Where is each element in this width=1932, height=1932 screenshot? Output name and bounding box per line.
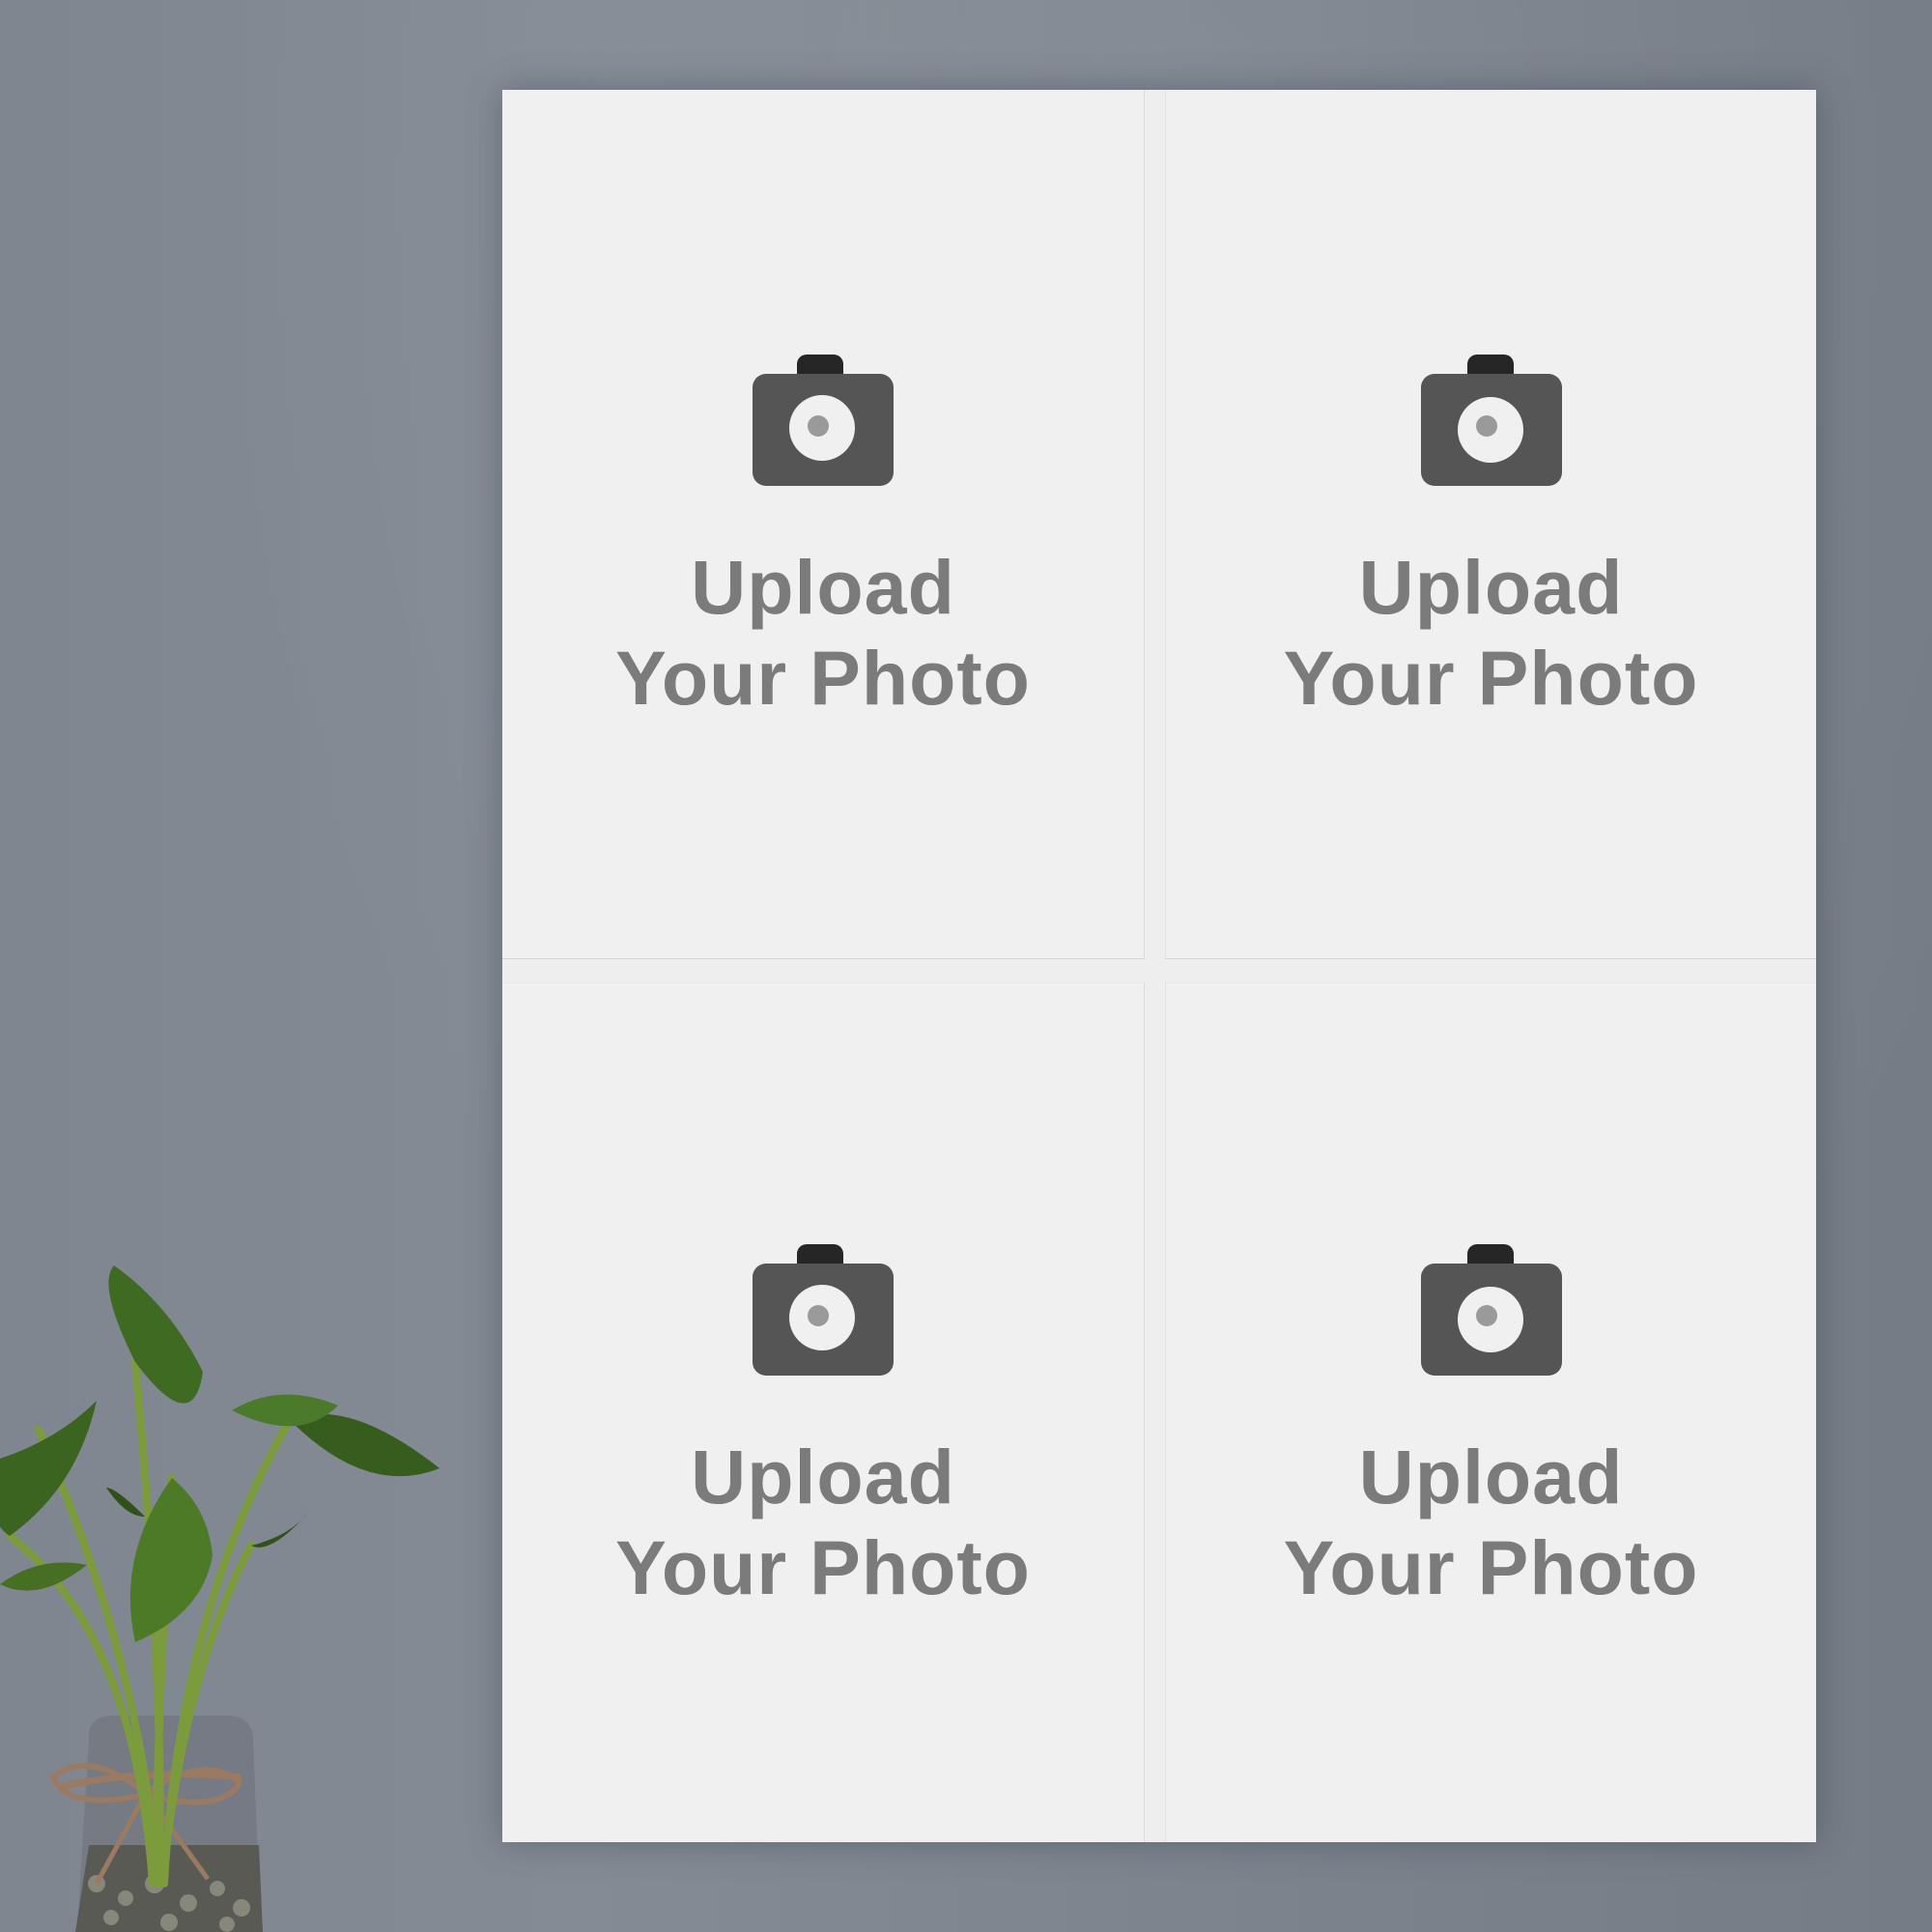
photo-slot-1[interactable]: Upload Your Photo (502, 90, 1145, 959)
upload-label-line1: Upload (691, 1434, 955, 1520)
upload-photo-label: Upload Your Photo (1284, 1432, 1699, 1613)
photo-slot-3[interactable]: Upload Your Photo (502, 982, 1145, 1842)
upload-label-line2: Your Photo (615, 635, 1031, 721)
photo-slot-4[interactable]: Upload Your Photo (1165, 982, 1816, 1842)
upload-photo-label: Upload Your Photo (615, 542, 1031, 724)
camera-icon (753, 355, 894, 486)
upload-label-line1: Upload (1358, 544, 1624, 630)
camera-icon (1420, 1244, 1562, 1376)
upload-label-line2: Your Photo (615, 1524, 1031, 1610)
photo-slot-2[interactable]: Upload Your Photo (1165, 90, 1816, 959)
photo-collage-poster: Upload Your Photo Upload Your Photo Uplo… (502, 90, 1816, 1842)
upload-photo-label: Upload Your Photo (1284, 542, 1699, 724)
upload-label-line1: Upload (1358, 1434, 1624, 1520)
upload-label-line2: Your Photo (1283, 1524, 1699, 1610)
potted-plant-decoration (0, 1265, 440, 1932)
camera-icon (753, 1244, 894, 1376)
camera-icon (1420, 355, 1562, 486)
upload-label-line2: Your Photo (1283, 635, 1699, 721)
upload-label-line1: Upload (691, 544, 955, 630)
upload-photo-label: Upload Your Photo (615, 1432, 1031, 1613)
